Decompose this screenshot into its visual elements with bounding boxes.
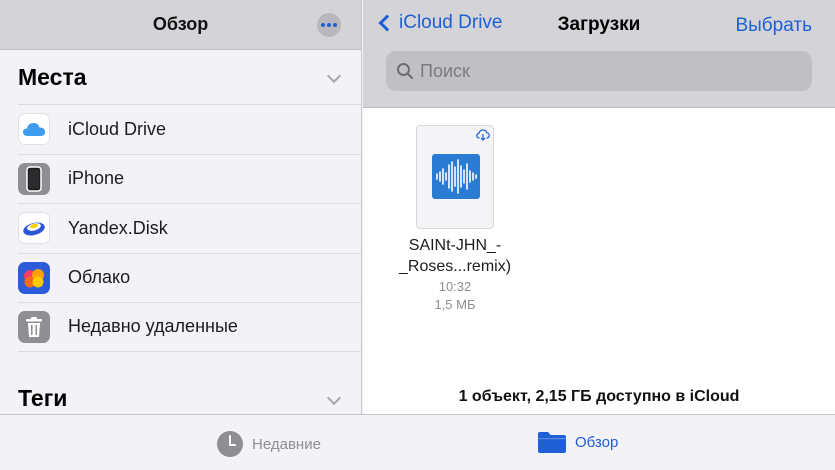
sidebar-item-oblako[interactable]: Облако xyxy=(18,252,361,303)
search-input[interactable] xyxy=(420,60,795,82)
sidebar-title: Обзор xyxy=(152,14,209,34)
tab-bar: Недавние Обзор xyxy=(0,414,835,470)
file-thumbnail[interactable] xyxy=(416,125,494,229)
more-icon xyxy=(321,23,325,27)
cloud-download-icon xyxy=(476,129,490,141)
sidebar-item-iphone[interactable]: iPhone xyxy=(18,153,361,204)
icloud-icon xyxy=(18,113,50,146)
chevron-down-icon[interactable] xyxy=(327,70,341,84)
sidebar-item-label: Yandex.Disk xyxy=(68,217,168,238)
storage-status: 1 объект, 2,15 ГБ доступно в iCloud xyxy=(458,388,740,405)
sidebar-item-label: iPhone xyxy=(68,168,125,189)
main-header: iCloud Drive Загрузки Выбрать xyxy=(363,0,835,108)
search-icon xyxy=(397,63,414,80)
tags-title: Теги xyxy=(18,385,68,411)
sidebar-header: Обзор xyxy=(0,0,361,50)
tab-recent[interactable]: Недавние xyxy=(216,430,321,458)
tab-label: Обзор xyxy=(575,433,619,451)
sidebar-item-yandex-disk[interactable]: Yandex.Disk xyxy=(18,203,361,253)
sidebar-item-label: iCloud Drive xyxy=(68,118,167,139)
iphone-icon xyxy=(18,162,50,195)
more-icon-dot xyxy=(327,23,331,27)
chevron-down-icon[interactable] xyxy=(327,392,341,406)
more-options-button[interactable] xyxy=(317,13,341,37)
sidebar: Обзор Места iCloud Drive iPhone Yandex.D… xyxy=(0,0,362,414)
search-bar[interactable] xyxy=(386,51,812,91)
file-name: SAINt-JHN_- _Roses...remix) xyxy=(399,235,511,277)
file-name-line: _Roses...remix) xyxy=(399,258,512,275)
sidebar-item-label: Облако xyxy=(68,267,131,288)
clock-icon xyxy=(217,431,243,457)
locations-list: iCloud Drive iPhone Yandex.Disk Облако Н… xyxy=(18,104,361,352)
tags-section-header[interactable]: Теги xyxy=(0,372,361,415)
file-item[interactable]: SAINt-JHN_- _Roses...remix) 10:32 1,5 МБ xyxy=(399,125,511,313)
main-pane: iCloud Drive Загрузки Выбрать SAINt-JHN_… xyxy=(363,0,835,414)
file-time: 10:32 xyxy=(438,279,472,294)
oblako-icon xyxy=(18,261,50,294)
file-name-line: SAINt-JHN_- xyxy=(408,237,502,254)
trash-icon xyxy=(18,310,50,343)
places-title: Места xyxy=(18,63,87,90)
select-button[interactable]: Выбрать xyxy=(735,15,812,37)
places-section-header[interactable]: Места xyxy=(0,50,361,104)
sidebar-item-label: Недавно удаленные xyxy=(68,316,238,337)
tab-browse[interactable]: Обзор xyxy=(537,430,618,454)
audio-waveform-icon xyxy=(432,154,480,199)
more-icon-dot xyxy=(333,23,337,27)
tab-label: Недавние xyxy=(252,435,321,453)
sidebar-item-icloud-drive[interactable]: iCloud Drive xyxy=(18,104,361,154)
sidebar-item-recently-deleted[interactable]: Недавно удаленные xyxy=(18,302,361,352)
folder-icon xyxy=(538,432,566,453)
yandex-disk-icon xyxy=(18,212,50,245)
file-size: 1,5 МБ xyxy=(434,297,476,312)
